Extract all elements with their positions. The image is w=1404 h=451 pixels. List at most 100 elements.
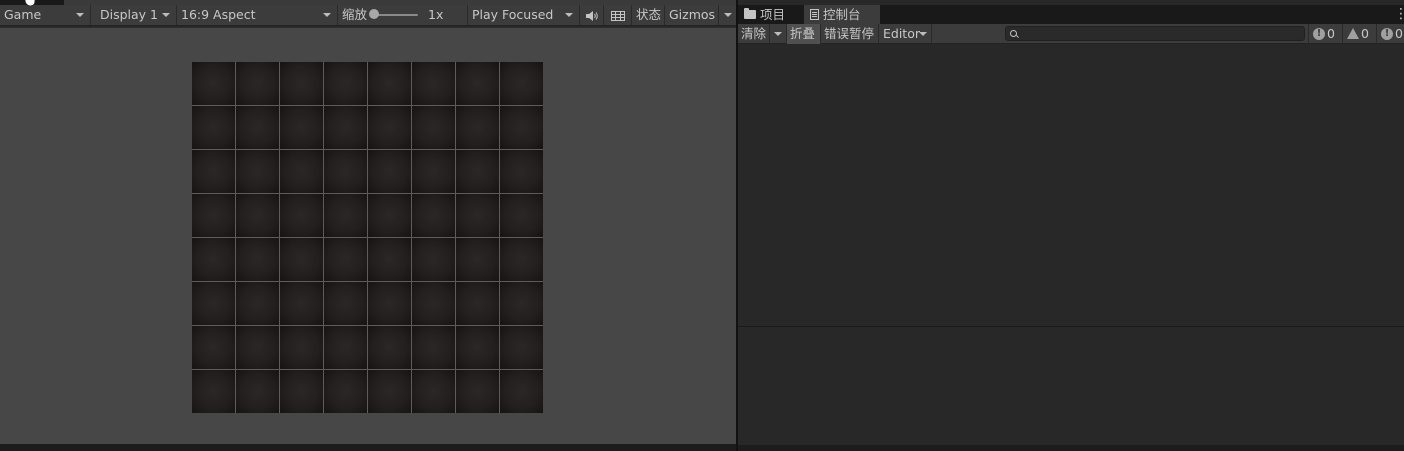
board-cell[interactable] [500,62,543,105]
board-cell[interactable] [280,282,323,325]
board-cell[interactable] [280,62,323,105]
tab-console[interactable]: 控制台 [804,5,880,24]
board-cell[interactable] [280,194,323,237]
board-cell[interactable] [324,62,367,105]
display-dropdown[interactable]: Display 1 [91,5,177,25]
board-cell[interactable] [456,326,499,369]
board-cell[interactable] [192,62,235,105]
console-log-list[interactable] [738,45,1404,326]
error-pause-toggle[interactable]: 错误暂停 [821,24,879,44]
board-cell[interactable] [236,194,279,237]
board-cell[interactable] [324,282,367,325]
console-search-input[interactable] [1020,27,1300,40]
warning-filter-toggle[interactable]: 0 [1342,24,1376,44]
board-cell[interactable] [368,282,411,325]
game-view-dropdown[interactable]: Game [0,5,91,25]
panel-tab-bar: 项目 控制台 ⋮ [738,5,1404,24]
board-cell[interactable] [236,106,279,149]
board-cell[interactable] [280,150,323,193]
board-cell[interactable] [236,282,279,325]
scale-slider[interactable] [376,14,418,16]
more-options-icon[interactable]: ⋮ [1394,7,1404,21]
warning-icon [1347,28,1359,39]
error-filter-toggle[interactable]: ! 0 [1376,24,1404,44]
mute-audio-button[interactable] [580,5,604,25]
board-cell[interactable] [324,106,367,149]
error-pause-label: 错误暂停 [824,26,875,41]
gizmos-button[interactable]: Gizmos [665,5,719,25]
board-cell[interactable] [192,106,235,149]
board-cell[interactable] [412,282,455,325]
board-cell[interactable] [500,194,543,237]
board-cell[interactable] [500,326,543,369]
board-cell[interactable] [412,326,455,369]
board-cell[interactable] [500,370,543,413]
board-cell[interactable] [500,106,543,149]
board-cell[interactable] [324,238,367,281]
board-cell[interactable] [192,150,235,193]
board-cell[interactable] [324,370,367,413]
board-cell[interactable] [456,150,499,193]
game-viewport[interactable] [0,27,736,444]
board-cell[interactable] [500,150,543,193]
board-cell[interactable] [368,62,411,105]
board-cell[interactable] [324,150,367,193]
clear-button[interactable]: 清除 [738,24,770,44]
aspect-dropdown[interactable]: 16:9 Aspect [177,5,338,25]
board-cell[interactable] [456,194,499,237]
board-cell[interactable] [456,106,499,149]
board-cell[interactable] [192,238,235,281]
board-cell[interactable] [456,370,499,413]
board-cell[interactable] [236,370,279,413]
tab-project[interactable]: 项目 [738,5,802,24]
board-cell[interactable] [456,238,499,281]
board-cell[interactable] [280,326,323,369]
board-cell[interactable] [368,194,411,237]
board-cell[interactable] [280,106,323,149]
board-cell[interactable] [192,282,235,325]
board-cell[interactable] [368,326,411,369]
board-cell[interactable] [368,238,411,281]
game-board[interactable] [192,62,543,413]
error-icon: ! [1381,27,1393,40]
board-cell[interactable] [456,282,499,325]
board-cell[interactable] [500,238,543,281]
board-cell[interactable] [280,238,323,281]
stats-toggle-button[interactable] [604,5,632,25]
stats-button[interactable]: 状态 [632,5,665,25]
board-cell[interactable] [280,370,323,413]
board-cell[interactable] [368,106,411,149]
console-panel-footer [738,445,1404,451]
display-label: Display 1 [100,7,159,22]
board-cell[interactable] [236,62,279,105]
aspect-label: 16:9 Aspect [181,7,256,22]
editor-target-dropdown[interactable]: Editor [879,24,932,44]
console-log-detail[interactable] [738,327,1404,445]
board-cell[interactable] [324,194,367,237]
board-cell[interactable] [236,326,279,369]
board-cell[interactable] [500,282,543,325]
board-cell[interactable] [368,150,411,193]
scale-value: 1x [428,7,444,22]
gizmos-dropdown[interactable] [719,5,736,25]
collapse-toggle[interactable]: 折叠 [787,24,821,44]
board-cell[interactable] [324,326,367,369]
board-cell[interactable] [456,62,499,105]
board-cell[interactable] [236,150,279,193]
board-cell[interactable] [192,370,235,413]
info-filter-toggle[interactable]: ! 0 [1308,24,1342,44]
board-cell[interactable] [412,62,455,105]
board-cell[interactable] [412,194,455,237]
scale-slider-handle[interactable] [369,9,379,19]
stats-label: 状态 [636,7,662,22]
board-cell[interactable] [368,370,411,413]
clear-options-dropdown[interactable] [770,24,787,44]
board-cell[interactable] [412,238,455,281]
board-cell[interactable] [412,150,455,193]
board-cell[interactable] [236,238,279,281]
board-cell[interactable] [412,106,455,149]
board-cell[interactable] [412,370,455,413]
board-cell[interactable] [192,326,235,369]
play-mode-dropdown[interactable]: Play Focused [468,5,580,25]
board-cell[interactable] [192,194,235,237]
